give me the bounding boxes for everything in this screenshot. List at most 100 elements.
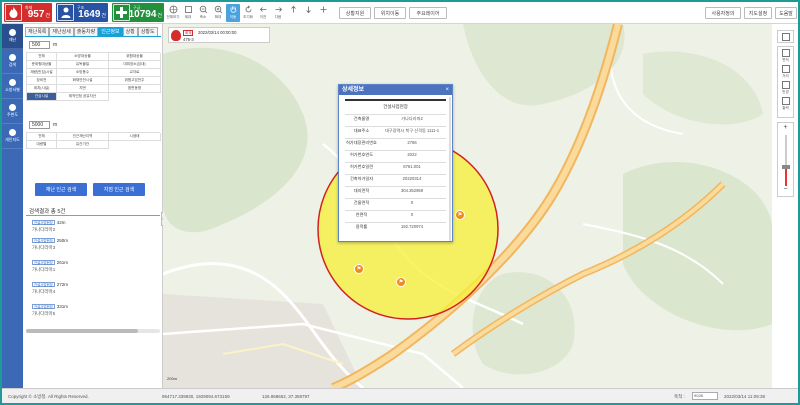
- map-pin-icon: [9, 104, 16, 111]
- facility-option[interactable]: 교차로: [109, 69, 161, 77]
- situation-support-button[interactable]: 상황지원: [339, 7, 371, 19]
- tab-vehicles[interactable]: 출동차량: [73, 27, 99, 36]
- zoom-slider-handle[interactable]: [782, 165, 790, 169]
- map-view[interactable]: 화재 2022/03/14 00:00:00 476-3 ⚑ ⚑ ⚑ ⚑ ⚑ 상…: [163, 24, 772, 388]
- popup-divider: [345, 99, 446, 101]
- facility-option[interactable]: 위치(시설): [27, 85, 57, 93]
- result-item[interactable]: 건설사업현장 250m 가나다라마3: [32, 238, 68, 251]
- main-layer-button[interactable]: 주요레이어: [409, 7, 447, 19]
- result-item[interactable]: 건설사업현장 42m 가나다라마2: [32, 220, 65, 233]
- arrow-left-icon: [259, 7, 266, 12]
- facility-option[interactable]: 장비전: [27, 77, 57, 85]
- tool-pan[interactable]: 이동: [226, 4, 240, 22]
- close-icon[interactable]: ×: [445, 85, 449, 95]
- rail-item-station[interactable]: 소방서별: [2, 74, 23, 99]
- layer-tool[interactable]: [777, 30, 794, 43]
- move-location-button[interactable]: 위치이동: [374, 7, 406, 19]
- map-canvas: [163, 24, 772, 388]
- rail-item-surrounding[interactable]: 주변도: [2, 99, 23, 124]
- popup-row: 대표주소 대구광역시 북구 산격동 1111-1: [345, 126, 446, 135]
- popup-caption: 건설사업현장: [383, 104, 408, 109]
- facility-option[interactable]: 읍면동명: [109, 85, 161, 93]
- custom-settings-button[interactable]: 사용자정의: [705, 7, 741, 19]
- tool-unit[interactable]: 제대: [181, 4, 195, 22]
- tool-full-view[interactable]: 전체보기: [166, 4, 180, 22]
- facility-option[interactable]: 전체: [27, 53, 57, 61]
- map-settings-button[interactable]: 지도설정: [744, 7, 772, 19]
- tab-disaster-detail[interactable]: 재난상세: [49, 27, 74, 36]
- tool-prev[interactable]: 이전: [256, 4, 270, 22]
- ems-stat-card[interactable]: 구급 10794건: [112, 3, 164, 22]
- area-option[interactable]: 전체: [27, 133, 57, 141]
- detail-popup: 상세정보 × 건설사업현장 건축물명 가나다라마2 대표주소 대구광역시 북구 산격…: [338, 84, 453, 242]
- popup-row: 용적률 192.720974: [345, 222, 446, 231]
- area-option[interactable]: 유관기관: [57, 141, 109, 149]
- facility-option[interactable]: 화재안전시설: [57, 77, 109, 85]
- map-toolbar: 전체보기 제대 축소 확대 이동 초기화 이전 다음: [166, 4, 331, 22]
- tool-next[interactable]: 다음: [271, 4, 285, 22]
- square-icon: [184, 6, 192, 13]
- radius-input-2[interactable]: 5000: [29, 121, 50, 129]
- rail-item-search[interactable]: 검색: [2, 49, 23, 74]
- tool-move-up[interactable]: [286, 4, 300, 22]
- tool-zoom-out[interactable]: 축소: [196, 4, 210, 22]
- site-marker[interactable]: ⚑: [354, 264, 364, 274]
- tab-disaster-list[interactable]: 재난목록: [25, 27, 50, 36]
- facility-option[interactable]: 유독물질: [57, 61, 109, 69]
- disaster-alert-card[interactable]: 화재 2022/03/14 00:00:00 476-3: [168, 27, 270, 43]
- site-marker[interactable]: ⚑: [455, 210, 465, 220]
- results-scrollbar[interactable]: [26, 329, 160, 333]
- disaster-nearby-search-button[interactable]: 재난 인근 검색: [35, 183, 87, 196]
- result-item[interactable]: 건설사업현장 272m 가나다라마4: [32, 282, 68, 295]
- building-icon: [9, 79, 16, 86]
- point-nearby-search-button[interactable]: 지점 인근 검색: [93, 183, 145, 196]
- rail-item-personal-map[interactable]: 개인지도: [2, 124, 23, 149]
- radius-icon[interactable]: [781, 81, 790, 89]
- facility-option-selected[interactable]: 관심시설: [27, 93, 57, 101]
- facility-option[interactable]: 제작인정 공유자산: [57, 93, 109, 101]
- zoom-in-button[interactable]: +: [778, 123, 793, 133]
- radius-unit-2: m: [53, 122, 58, 128]
- facility-option[interactable]: 지번: [57, 85, 109, 93]
- tool-expand[interactable]: [316, 4, 330, 22]
- zoom-out-button[interactable]: −: [778, 185, 793, 195]
- popup-scrollbar[interactable]: [449, 97, 451, 241]
- rescue-stat-card[interactable]: 구조 1649건: [56, 3, 108, 22]
- area-option[interactable]: 대량별: [27, 141, 57, 149]
- popup-header: 상세정보 ×: [339, 85, 452, 95]
- facility-option[interactable]: 소방용수: [57, 69, 109, 77]
- tab-situation-map[interactable]: 상황도: [137, 27, 158, 36]
- facility-option[interactable]: 위험대상물: [109, 53, 161, 61]
- area-option[interactable]: 인근재난지역: [57, 133, 109, 141]
- site-marker[interactable]: ⚑: [396, 277, 406, 287]
- arrows-expand-icon: [320, 6, 326, 13]
- print-icon[interactable]: [781, 97, 790, 105]
- fire-stat-card[interactable]: 화재 957건: [4, 3, 52, 22]
- area-icon[interactable]: [781, 49, 790, 57]
- scale-input[interactable]: 9028: [692, 392, 718, 400]
- facility-option[interactable]: 소방대상물: [57, 53, 109, 61]
- ruler-icon[interactable]: [781, 65, 790, 73]
- tool-move-down[interactable]: [301, 4, 315, 22]
- layers-icon: [781, 33, 790, 41]
- zoom-in-icon: [214, 5, 222, 14]
- zoom-level-fill: [785, 168, 787, 186]
- alert-time: 2022/03/14 00:00:00: [198, 30, 237, 35]
- facility-option[interactable]: 준위험대상물: [27, 61, 57, 69]
- help-button[interactable]: 도움말: [775, 7, 797, 19]
- tab-situation[interactable]: 상황: [122, 27, 138, 36]
- result-item[interactable]: 건설사업현장 261m 가나다라마1: [32, 260, 68, 273]
- facility-option[interactable]: 위험고압전주: [109, 77, 161, 85]
- globe-icon: [169, 5, 177, 14]
- tool-reset[interactable]: 초기화: [241, 4, 255, 22]
- rescue-stat-value: 1649건: [78, 9, 106, 20]
- rail-item-disaster[interactable]: 재난: [2, 24, 23, 49]
- result-item[interactable]: 건설사업현장 331m 가나다라마5: [32, 304, 68, 317]
- tab-nearby-info[interactable]: 인근정보: [98, 27, 123, 36]
- facility-option[interactable]: 재량(빈집)시설: [27, 69, 57, 77]
- radius-input-1[interactable]: 500: [29, 41, 50, 49]
- area-option[interactable]: 시생태: [109, 133, 161, 141]
- scrollbar-thumb[interactable]: [26, 329, 138, 333]
- facility-option[interactable]: 대피장소(임대): [109, 61, 161, 69]
- tool-zoom-in[interactable]: 확대: [211, 4, 225, 22]
